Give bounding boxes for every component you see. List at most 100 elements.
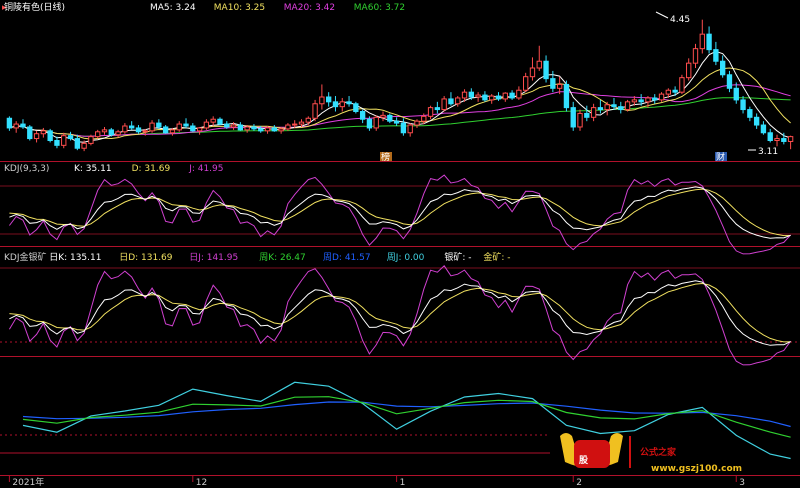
- candle: [475, 92, 481, 102]
- candle: [196, 126, 203, 135]
- candle-body: [305, 117, 311, 123]
- candle: [726, 70, 733, 93]
- candle-body: [543, 60, 549, 80]
- candle: [719, 55, 726, 78]
- candle: [441, 96, 447, 112]
- legend-item: KDJ金银矿: [4, 251, 47, 263]
- candle-body: [88, 136, 94, 144]
- candle-body: [339, 101, 345, 108]
- candle-body: [27, 126, 33, 140]
- kdj-gold-legend: KDJ金银矿 日K: 135.11 日D: 131.69 日J: 141.95 周K: …: [4, 251, 511, 263]
- candle: [740, 96, 746, 114]
- x-tick-label: 12: [196, 478, 207, 488]
- candle-body: [95, 131, 101, 138]
- candle-body: [319, 96, 325, 105]
- candle: [570, 101, 576, 131]
- watermark-badge-icon: 股: [560, 433, 623, 468]
- candle-body: [618, 106, 624, 111]
- main-legend: ▸铜陵有色(日线) MA5: 3.24 MA10: 3.25 MA20: 3.42 MA…: [2, 1, 405, 13]
- candle: [325, 92, 332, 107]
- candle: [577, 109, 583, 131]
- candle: [353, 101, 359, 114]
- candle-body: [33, 133, 40, 140]
- candle-body: [638, 99, 644, 103]
- candle-body: [190, 125, 196, 132]
- candle: [706, 26, 712, 54]
- candle-body: [115, 131, 121, 136]
- candle: [672, 86, 678, 97]
- candle-body: [522, 76, 529, 91]
- legend-item: D: 31.69: [132, 164, 171, 174]
- candle-body: [108, 129, 114, 136]
- candle: [407, 123, 413, 137]
- kdj-lines: [9, 174, 791, 255]
- candle-body: [169, 129, 176, 134]
- candle-body: [774, 138, 780, 141]
- legend-item: 日D: 131.69: [119, 252, 173, 263]
- candle: [529, 57, 536, 81]
- candle: [509, 90, 515, 100]
- candle-body: [183, 123, 189, 127]
- low-label: 3.11: [758, 147, 778, 157]
- candle-body: [747, 109, 753, 118]
- kdj-d-line: [9, 188, 791, 237]
- candle: [115, 129, 121, 138]
- candlesticks: [6, 19, 794, 152]
- candle: [346, 96, 352, 107]
- candle: [47, 128, 53, 143]
- candle: [747, 106, 753, 122]
- candle-body: [67, 135, 74, 140]
- candle-body: [142, 130, 148, 133]
- candle-body: [135, 127, 142, 133]
- high-label: 4.45: [670, 15, 690, 25]
- candle: [550, 70, 556, 93]
- candle-body: [597, 107, 604, 111]
- candle-body: [325, 96, 332, 103]
- candle: [427, 105, 434, 120]
- candle-body: [570, 107, 576, 128]
- candle-body: [726, 74, 733, 89]
- candle-body: [224, 123, 230, 128]
- candle-body: [40, 130, 47, 135]
- candle-body: [285, 124, 291, 130]
- low-annotation: 3.11: [748, 147, 778, 157]
- candle-body: [686, 62, 692, 79]
- legend-item: MA60: 3.72: [354, 3, 405, 13]
- candle: [774, 134, 780, 147]
- candle: [584, 105, 590, 122]
- candle-body: [529, 67, 536, 78]
- candle-body: [672, 89, 678, 93]
- candle-body: [393, 120, 400, 124]
- candle: [251, 124, 257, 131]
- candle-body: [652, 97, 658, 101]
- candle-body: [448, 98, 454, 105]
- candle: [149, 120, 155, 133]
- candle-body: [230, 124, 237, 128]
- candle-body: [217, 118, 223, 125]
- candle-body: [692, 48, 699, 64]
- candle: [285, 123, 291, 131]
- legend-item: KDJ(9,3,3): [4, 164, 49, 174]
- candle-body: [332, 101, 339, 108]
- candle: [380, 111, 386, 122]
- candle-body: [719, 60, 726, 76]
- candle-body: [81, 142, 87, 149]
- candle: [713, 41, 719, 66]
- candle-body: [495, 95, 502, 100]
- candle: [20, 119, 26, 129]
- candle-body: [156, 122, 162, 128]
- candle-body: [20, 123, 26, 128]
- candle: [624, 99, 631, 112]
- candle: [686, 58, 692, 81]
- stock-chart[interactable]: 4.45 3.11 榜 财 ▸铜陵有色(日线) MA5: 3.24 MA10: 3.…: [0, 0, 800, 488]
- candle-body: [584, 112, 590, 118]
- candle-body: [475, 94, 481, 98]
- candle: [400, 118, 407, 136]
- legend-item: 银矿: -: [444, 251, 471, 263]
- candle: [787, 135, 794, 150]
- candle: [618, 101, 624, 114]
- candle: [312, 99, 318, 122]
- candle-body: [122, 125, 128, 133]
- legend-item: 周K: 26.47: [259, 252, 306, 263]
- candle-body: [740, 99, 746, 111]
